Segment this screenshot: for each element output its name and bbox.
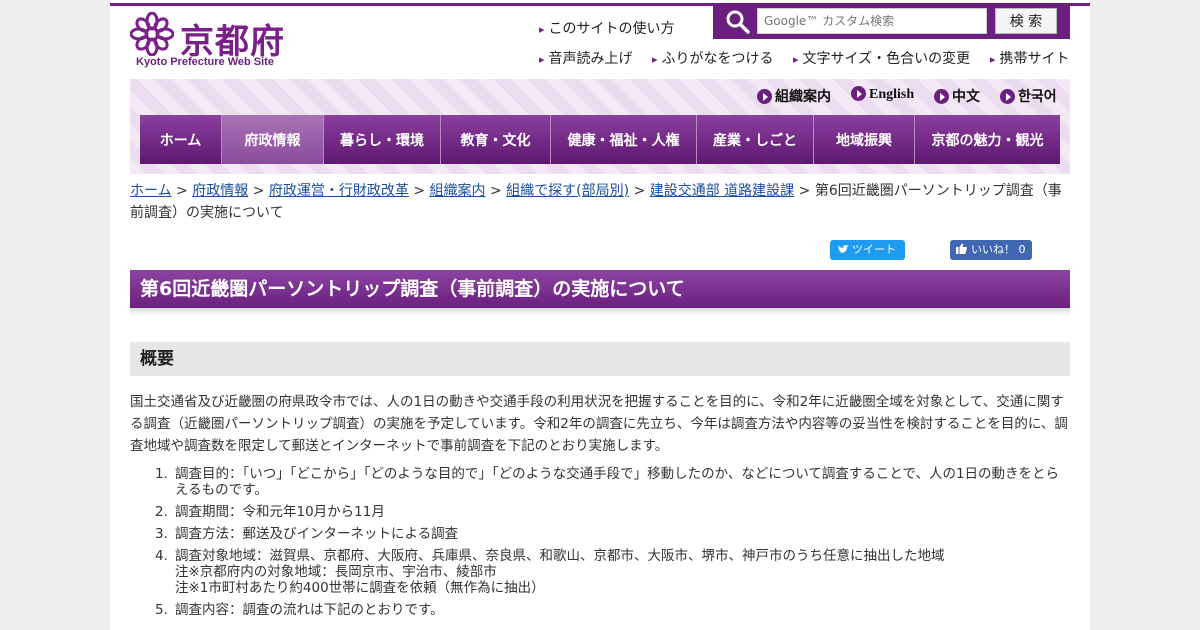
breadcrumb: ホーム > 府政情報 > 府政運営・行財政改革 > 組織案内 > 組織で探す(部… <box>130 183 1062 221</box>
breadcrumb-link[interactable]: 建設交通部 道路建設課 <box>650 183 794 199</box>
list-item: 4. 調査対象地域：滋賀県、京都府、大阪府、兵庫県、奈良県、和歌山、京都市、大阪… <box>155 548 1070 596</box>
list-item: 2. 調査期間：令和元年10月から11月 <box>155 504 1070 520</box>
like-label: いいね！ 0 <box>971 243 1026 256</box>
gnav-education[interactable]: 教育・文化 <box>441 115 551 164</box>
lang-link-organization[interactable]: 組織案内 <box>757 86 831 106</box>
lang-label: 中文 <box>952 90 980 105</box>
breadcrumb-link[interactable]: 府政情報 <box>192 183 248 199</box>
search-button[interactable]: 検 索 <box>995 8 1057 34</box>
gnav-tourism[interactable]: 京都の魅力・観光 <box>915 115 1060 164</box>
gnav-industry[interactable]: 産業・しごと <box>697 115 814 164</box>
lang-label: 한국어 <box>1018 90 1057 105</box>
kyoto-crest-icon <box>130 12 174 56</box>
gnav-living[interactable]: 暮らし・環境 <box>324 115 441 164</box>
search-input[interactable] <box>757 8 987 34</box>
survey-details-list: 1. 調査目的：「いつ」「どこから」「どのような目的で」「どのような交通手段で」… <box>155 466 1070 624</box>
list-number: 3. <box>155 526 168 542</box>
list-item: 5. 調査内容：調査の流れは下記のとおりです。 <box>155 602 1070 618</box>
breadcrumb-link[interactable]: 組織で探す(部局別) <box>506 183 629 199</box>
text-size-color-link[interactable]: 文字サイズ・色合いの変更 <box>793 48 971 68</box>
tweet-button[interactable]: ツイート <box>830 240 905 260</box>
furigana-link[interactable]: ふりがなをつける <box>652 48 774 68</box>
lang-link-english[interactable]: English <box>851 86 914 103</box>
breadcrumb-link[interactable]: 府政運営・行財政改革 <box>269 183 409 199</box>
list-number: 2. <box>155 504 168 520</box>
page: 京都府 Kyoto Prefecture Web Site 検 索 このサイトの… <box>110 0 1090 630</box>
logo-subtitle: Kyoto Prefecture Web Site <box>136 56 274 68</box>
list-line: 注※1市町村あたり約400世帯に調査を依頼（無作為に抽出） <box>175 580 545 596</box>
intro-paragraph: 国土交通省及び近畿圏の府県政令市では、人の1日の動きや交通手段の利用状況を把握す… <box>130 394 1068 454</box>
list-line: 調査期間：令和元年10月から11月 <box>175 504 385 520</box>
global-nav: ホーム 府政情報 暮らし・環境 教育・文化 健康・福祉・人権 産業・しごと 地域… <box>140 115 1060 164</box>
title-shadow <box>130 308 1070 316</box>
arrow-circle-icon <box>757 89 772 104</box>
list-item: 1. 調査目的：「いつ」「どこから」「どのような目的で」「どのような交通手段で」… <box>155 466 1070 498</box>
list-number: 1. <box>155 466 168 482</box>
list-line: 注※京都府内の対象地域：長岡京市、宇治市、綾部市 <box>175 564 497 580</box>
page-title: 第6回近畿圏パーソントリップ調査（事前調査）の実施について <box>130 270 1070 308</box>
search-bar: 検 索 <box>713 3 1070 39</box>
list-item: 3. 調査方法：郵送及びインターネットによる調査 <box>155 526 1070 542</box>
mobile-site-link[interactable]: 携帯サイト <box>990 48 1070 68</box>
gnav-health[interactable]: 健康・福祉・人権 <box>551 115 697 164</box>
gnav-regional[interactable]: 地域振興 <box>814 115 915 164</box>
lang-link-chinese[interactable]: 中文 <box>934 86 980 106</box>
list-number: 5. <box>155 602 168 618</box>
arrow-circle-icon <box>851 86 866 101</box>
text-to-speech-link[interactable]: 音声読み上げ <box>539 48 633 68</box>
tweet-label: ツイート <box>852 243 896 256</box>
list-line: 調査対象地域：滋賀県、京都府、大阪府、兵庫県、奈良県、和歌山、京都市、大阪市、堺… <box>175 548 945 564</box>
arrow-circle-icon <box>934 89 949 104</box>
breadcrumb-link[interactable]: ホーム <box>130 183 172 199</box>
gnav-home[interactable]: ホーム <box>140 115 222 164</box>
search-icon <box>726 10 750 34</box>
lang-label: 組織案内 <box>775 90 831 105</box>
like-button[interactable]: いいね！ 0 <box>950 240 1032 260</box>
list-number: 4. <box>155 548 168 564</box>
site-logo[interactable]: 京都府 Kyoto Prefecture Web Site <box>130 12 300 72</box>
list-line: 調査内容：調査の流れは下記のとおりです。 <box>175 602 444 618</box>
site-usage-link[interactable]: このサイトの使い方 <box>539 18 675 38</box>
lang-label: English <box>869 87 915 102</box>
section-heading: 概要 <box>130 342 1070 376</box>
gnav-government[interactable]: 府政情報 <box>222 115 324 164</box>
list-line: 調査目的：「いつ」「どこから」「どのような目的で」「どのような交通手段で」移動し… <box>175 466 1060 498</box>
list-line: 調査方法：郵送及びインターネットによる調査 <box>175 526 459 542</box>
lang-link-korean[interactable]: 한국어 <box>1000 86 1057 106</box>
breadcrumb-link[interactable]: 組織案内 <box>430 183 486 199</box>
bird-icon <box>838 245 849 253</box>
arrow-circle-icon <box>1000 89 1015 104</box>
thumbs-up-icon <box>956 243 967 254</box>
